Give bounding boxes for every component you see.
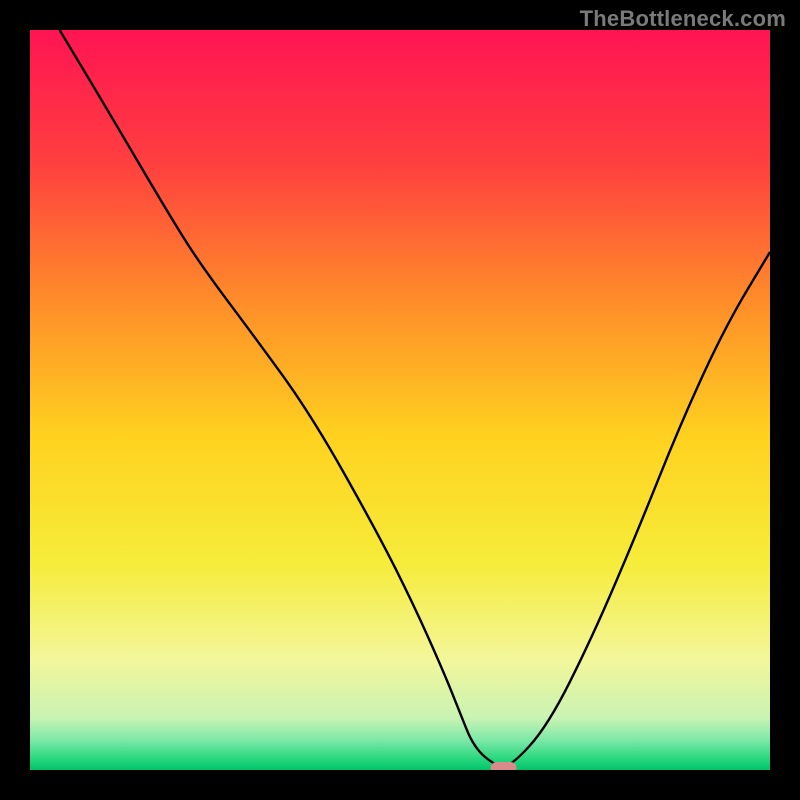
attribution-label: TheBottleneck.com — [580, 6, 786, 32]
chart-background — [30, 30, 770, 770]
chart-svg — [30, 30, 770, 770]
optimal-point-marker — [491, 762, 517, 770]
chart-plot-area — [30, 30, 770, 770]
